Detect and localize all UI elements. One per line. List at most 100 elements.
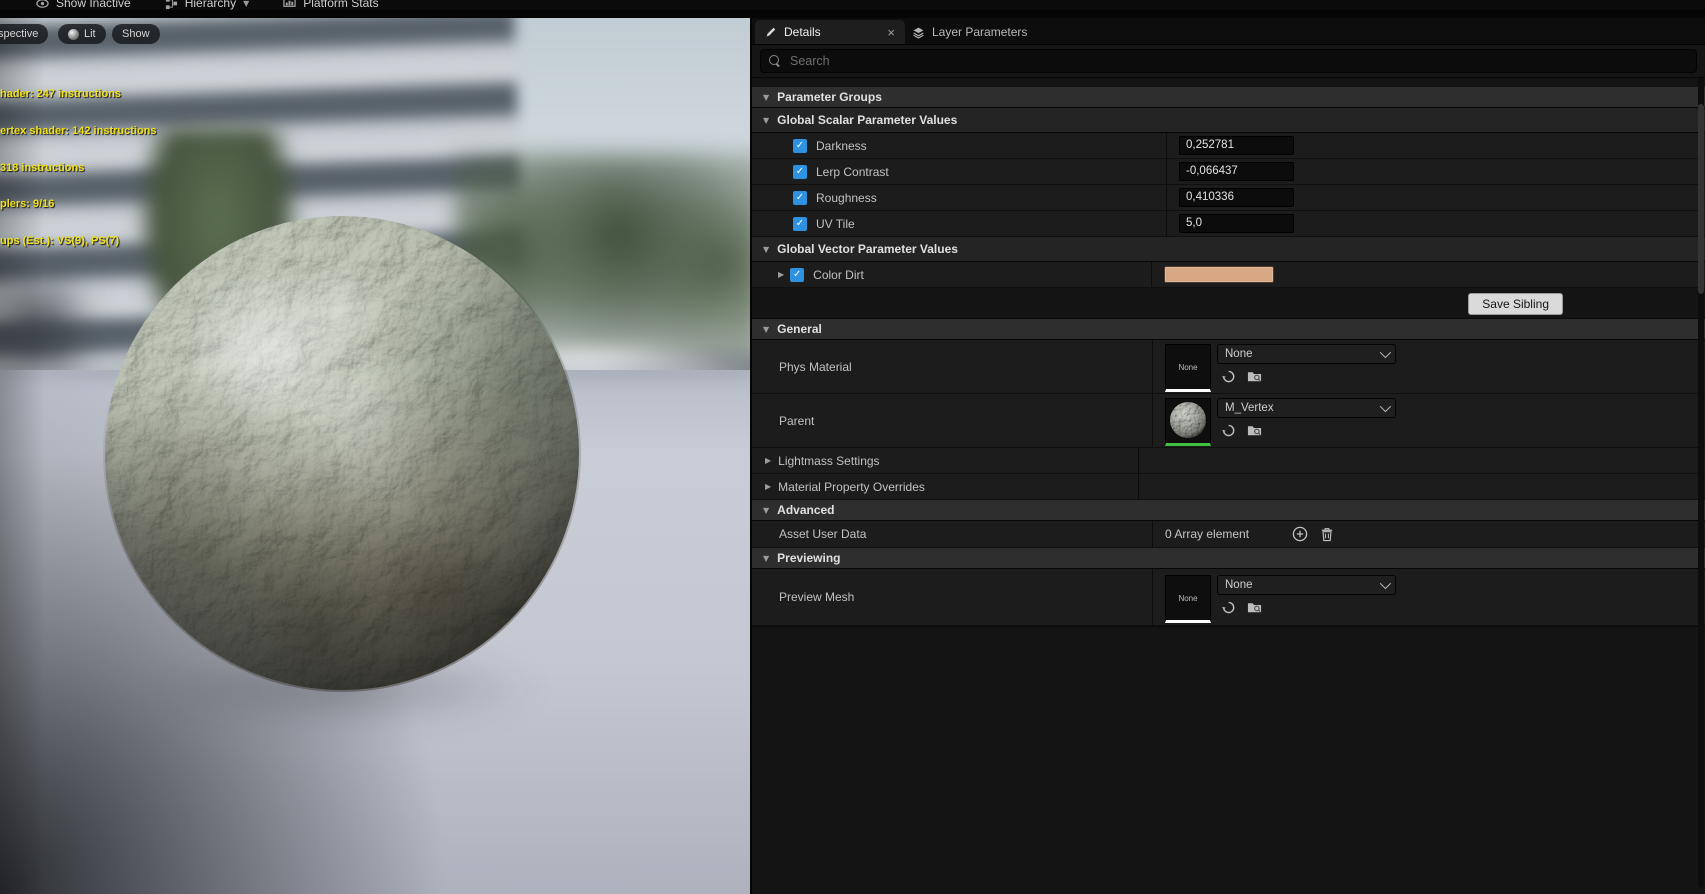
chevron-down-icon [1380,578,1391,589]
material-property-overrides-row[interactable]: ▶ Material Property Overrides [752,474,1705,500]
parent-dropdown[interactable]: M_Vertex [1217,398,1396,418]
section-advanced[interactable]: ▼ Advanced [752,500,1705,521]
eye-icon [36,0,49,10]
asset-user-data-row: Asset User Data 0 Array element [752,521,1705,548]
check-icon: ✓ [796,167,804,177]
roughness-checkbox[interactable]: ✓ [793,191,807,205]
delete-trash-icon[interactable] [1318,526,1335,542]
phys-material-row: Phys Material None None [752,340,1705,394]
hierarchy-button[interactable]: Hierarchy ▼ [165,0,250,10]
show-inactive-button[interactable]: Show Inactive [36,0,131,10]
section-global-vector-label: Global Vector Parameter Values [777,242,958,256]
chevron-down-icon: ▼ [763,245,769,254]
browse-to-asset-icon[interactable] [1246,368,1263,384]
check-icon: ✓ [796,141,804,151]
tab-layer-parameters-label: Layer Parameters [932,25,1027,39]
platform-stats-button[interactable]: Platform Stats [283,0,378,10]
panel-empty-area [752,626,1705,867]
param-row-color-dirt: ▶ ✓ Color Dirt [752,262,1705,288]
show-label: Show [122,24,150,44]
lit-mode-button[interactable]: Lit [58,24,106,44]
section-general[interactable]: ▼ General [752,319,1705,340]
expander-right-icon[interactable]: ▶ [778,270,784,279]
section-global-vector[interactable]: ▼ Global Vector Parameter Values [752,237,1705,262]
check-icon: ✓ [793,270,801,280]
stats-line: ertex shader: 142 instructions [0,125,157,137]
panel-scrollbar[interactable] [1698,78,1704,888]
panel-tab-bar: Details × Layer Parameters [752,18,1705,45]
section-parameter-groups[interactable]: ▼ Parameter Groups [752,87,1705,108]
parent-dropdown-value: M_Vertex [1225,402,1274,414]
stats-line: 318 instructions [0,162,157,174]
roughness-label: Roughness [816,191,877,205]
check-icon: ✓ [796,193,804,203]
layers-icon [912,26,925,39]
editor-body: spective Lit Show hader: 247 instruction… [0,10,1705,894]
browse-to-asset-icon[interactable] [1246,422,1263,438]
material-property-overrides-label: Material Property Overrides [778,480,925,494]
shader-stats-overlay: hader: 247 instructions ertex shader: 14… [0,64,157,271]
lit-label: Lit [84,24,96,44]
perspective-button[interactable]: spective [0,24,48,44]
color-dirt-checkbox[interactable]: ✓ [790,268,804,282]
param-row-roughness: ✓ Roughness 0,410336 [752,185,1705,211]
uv-tile-checkbox[interactable]: ✓ [793,217,807,231]
check-icon: ✓ [796,219,804,229]
param-row-darkness: ✓ Darkness 0,252781 [752,133,1705,159]
pencil-icon [765,26,777,38]
show-inactive-label: Show Inactive [56,0,131,10]
save-sibling-button[interactable]: Save Sibling [1468,293,1563,315]
stats-line: plers: 9/16 [0,198,157,210]
color-dirt-label: Color Dirt [813,268,864,282]
preview-mesh-thumbnail[interactable]: None [1165,575,1211,623]
expander-right-icon[interactable]: ▶ [765,482,771,491]
tab-details[interactable]: Details × [755,20,905,44]
section-general-label: General [777,322,822,336]
search-input[interactable] [788,53,1688,69]
lerp-contrast-checkbox[interactable]: ✓ [793,165,807,179]
add-element-icon[interactable] [1291,526,1308,542]
section-previewing-label: Previewing [777,551,840,565]
preview-mesh-label: Preview Mesh [779,590,854,604]
browse-to-asset-icon[interactable] [1246,599,1263,615]
lerp-contrast-value-input[interactable]: -0,066437 [1179,162,1294,181]
show-menu-button[interactable]: Show [112,24,160,44]
roughness-value-input[interactable]: 0,410336 [1179,188,1294,207]
chevron-down-icon: ▼ [243,0,249,8]
parent-material-thumbnail[interactable] [1165,398,1211,446]
material-preview-viewport[interactable]: spective Lit Show hader: 247 instruction… [0,18,750,894]
chevron-down-icon [1380,347,1391,358]
use-selected-asset-icon[interactable] [1220,422,1237,438]
use-selected-asset-icon[interactable] [1220,368,1237,384]
uv-tile-value-input[interactable]: 5,0 [1179,214,1294,233]
chevron-down-icon: ▼ [763,554,769,563]
panel-scrollbar-thumb[interactable] [1698,104,1704,294]
array-element-count: 0 Array element [1165,527,1249,541]
lightmass-settings-row[interactable]: ▶ Lightmass Settings [752,448,1705,474]
stats-line: ups (Est.): VS(9), PS(7) [0,235,157,247]
darkness-checkbox[interactable]: ✓ [793,139,807,153]
preview-mesh-dropdown[interactable]: None [1217,575,1396,595]
chevron-down-icon: ▼ [763,93,769,102]
close-icon[interactable]: × [887,26,895,39]
color-dirt-swatch[interactable] [1164,266,1274,283]
phys-material-dropdown[interactable]: None [1217,344,1396,364]
use-selected-asset-icon[interactable] [1220,599,1237,615]
hierarchy-label: Hierarchy [185,0,236,10]
platform-stats-icon [283,0,296,10]
perspective-label: spective [0,24,38,44]
darkness-value-input[interactable]: 0,252781 [1179,136,1294,155]
section-previewing[interactable]: ▼ Previewing [752,548,1705,569]
section-global-scalar[interactable]: ▼ Global Scalar Parameter Values [752,108,1705,133]
details-panel: Details × Layer Parameters ▼ Parameter G… [752,18,1705,894]
search-box[interactable] [760,49,1697,73]
parent-row: Parent M_Ve [752,394,1705,448]
chevron-down-icon: ▼ [763,506,769,515]
save-sibling-row: Save Sibling [752,288,1705,319]
lerp-contrast-label: Lerp Contrast [816,165,889,179]
tab-layer-parameters[interactable]: Layer Parameters [902,20,1037,44]
expander-right-icon[interactable]: ▶ [765,456,771,465]
phys-material-thumbnail[interactable]: None [1165,344,1211,392]
parent-label: Parent [779,414,814,428]
lit-sphere-icon [68,29,79,40]
